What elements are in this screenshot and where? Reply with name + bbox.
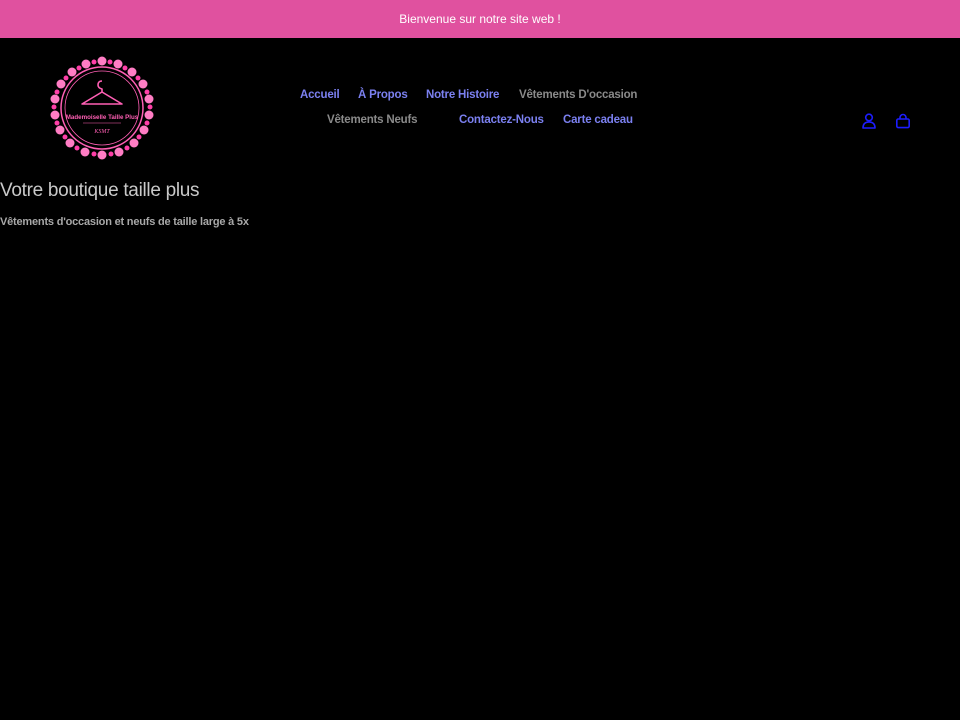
nav-carte-cadeau[interactable]: Carte cadeau — [563, 114, 633, 126]
nav-notre-histoire[interactable]: Notre Histoire — [426, 89, 499, 101]
announcement-bar: Bienvenue sur notre site web ! — [0, 0, 960, 38]
announcement-text: Bienvenue sur notre site web ! — [399, 12, 561, 26]
cart-button[interactable] — [893, 111, 913, 131]
nav-contactez-nous[interactable]: Contactez-Nous — [459, 114, 544, 126]
hero-title: Votre boutique taille plus — [0, 180, 200, 201]
account-icon — [862, 113, 876, 129]
site-logo[interactable]: Mademoiselle Taille Plus KSMT — [49, 55, 155, 161]
nav-accueil[interactable]: Accueil — [300, 89, 340, 101]
account-button[interactable] — [859, 111, 879, 131]
nav-a-propos[interactable]: À Propos — [358, 89, 408, 101]
hero-subtitle: Vêtements d'occasion et neufs de taille … — [0, 216, 249, 228]
nav-vetements-occasion[interactable]: Vêtements D'occasion — [519, 89, 637, 101]
logo-text-main: Mademoiselle Taille Plus — [66, 114, 139, 121]
nav-vetements-neufs[interactable]: Vêtements Neufs — [327, 114, 418, 126]
logo-text-sub: KSMT — [93, 129, 110, 135]
logo-wreath-icon: Mademoiselle Taille Plus KSMT — [50, 56, 154, 160]
cart-icon — [895, 113, 910, 129]
